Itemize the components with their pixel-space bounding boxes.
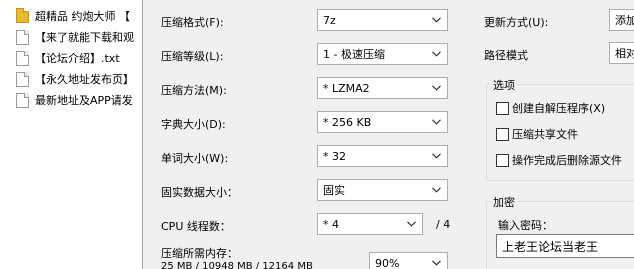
- path-value: 相对: [615, 47, 634, 60]
- file-name: 【来了就能下载和观: [35, 31, 134, 44]
- document-icon: [16, 50, 29, 66]
- file-list-item[interactable]: 【永久地址发布页】: [16, 69, 134, 89]
- document-icon: [16, 71, 29, 87]
- format-label: 压缩格式(F):: [161, 16, 224, 29]
- solid-value: 固实: [323, 184, 345, 197]
- solid-select[interactable]: 固实: [317, 179, 448, 201]
- delete-after-option[interactable]: 操作完成后删除源文件: [496, 152, 622, 168]
- chevron-down-icon: [429, 47, 443, 61]
- password-input[interactable]: 上老王论坛当老王: [496, 234, 634, 258]
- cpu-value: * 4: [323, 217, 339, 231]
- chevron-down-icon: [404, 217, 418, 231]
- memory-value: 25 MB / 10948 MB / 12164 MB: [161, 261, 313, 269]
- file-list: 超精品 约炮大师 【 【来了就能下载和观 【论坛介绍】.txt 【永久地址发布页…: [0, 0, 142, 269]
- solid-label: 固实数据大小：: [161, 186, 238, 199]
- sfx-option[interactable]: 创建自解压程序(X): [496, 100, 605, 116]
- chevron-down-icon: [429, 149, 443, 163]
- memory-percent-select[interactable]: 90%: [369, 252, 448, 269]
- sfx-label: 创建自解压程序(X): [512, 102, 606, 115]
- dict-select[interactable]: * 256 KB: [317, 111, 448, 133]
- path-label: 路径模式: [484, 49, 528, 62]
- shared-files-checkbox[interactable]: [496, 127, 509, 141]
- options-title: 选项: [490, 77, 518, 93]
- dict-value: * 256 KB: [323, 115, 372, 129]
- file-name: 【永久地址发布页】: [35, 73, 134, 86]
- chevron-down-icon: [429, 81, 443, 95]
- memory-percent-value: 90%: [375, 256, 400, 269]
- delete-after-checkbox[interactable]: [496, 153, 509, 167]
- chevron-down-icon: [429, 183, 443, 197]
- word-select[interactable]: * 32: [317, 145, 448, 167]
- chevron-down-icon: [429, 13, 443, 27]
- encryption-title: 加密: [490, 194, 518, 210]
- password-value: 上老王论坛当老王: [502, 239, 599, 254]
- word-label: 单词大小(W):: [161, 152, 229, 165]
- document-icon: [16, 92, 29, 108]
- update-label: 更新方式(U):: [484, 16, 549, 29]
- chevron-down-icon: [429, 256, 443, 269]
- level-label: 压缩等级(L):: [161, 50, 224, 63]
- cpu-label: CPU 线程数：: [161, 220, 231, 233]
- shared-files-option[interactable]: 压缩共享文件: [496, 126, 578, 142]
- folder-icon: [16, 8, 29, 23]
- dict-label: 字典大小(D):: [161, 118, 226, 131]
- file-list-item[interactable]: 最新地址及APP请发: [16, 90, 133, 110]
- level-select[interactable]: 1 - 极速压缩: [317, 43, 448, 65]
- method-select[interactable]: * LZMA2: [317, 77, 448, 99]
- cpu-select[interactable]: * 4: [317, 213, 423, 235]
- cpu-total: / 4: [436, 218, 451, 231]
- file-name: 最新地址及APP请发: [35, 94, 133, 107]
- document-icon: [16, 29, 29, 45]
- format-select[interactable]: 7z: [317, 9, 448, 31]
- file-list-item[interactable]: 超精品 约炮大师 【: [16, 6, 130, 26]
- chevron-down-icon: [429, 115, 443, 129]
- delete-after-label: 操作完成后删除源文件: [512, 154, 622, 167]
- compression-dialog: 压缩格式(F): 7z 压缩等级(L): 1 - 极速压缩 压缩方法(M): *…: [142, 0, 634, 269]
- update-select[interactable]: 添加: [609, 9, 634, 31]
- method-value: * LZMA2: [323, 81, 370, 95]
- file-name: 【论坛介绍】.txt: [35, 52, 120, 65]
- memory-label: 压缩所需内存：: [161, 247, 238, 260]
- sfx-checkbox[interactable]: [496, 101, 509, 115]
- format-value: 7z: [323, 13, 336, 27]
- word-value: * 32: [323, 149, 346, 163]
- path-select[interactable]: 相对: [609, 42, 634, 64]
- level-value: 1 - 极速压缩: [323, 48, 385, 61]
- password-label: 输入密码：: [498, 219, 553, 232]
- shared-files-label: 压缩共享文件: [512, 128, 578, 141]
- update-value: 添加: [615, 14, 634, 27]
- file-list-item[interactable]: 【论坛介绍】.txt: [16, 48, 120, 68]
- file-list-item[interactable]: 【来了就能下载和观: [16, 27, 134, 47]
- file-name: 超精品 约炮大师 【: [35, 10, 130, 23]
- method-label: 压缩方法(M):: [161, 84, 227, 97]
